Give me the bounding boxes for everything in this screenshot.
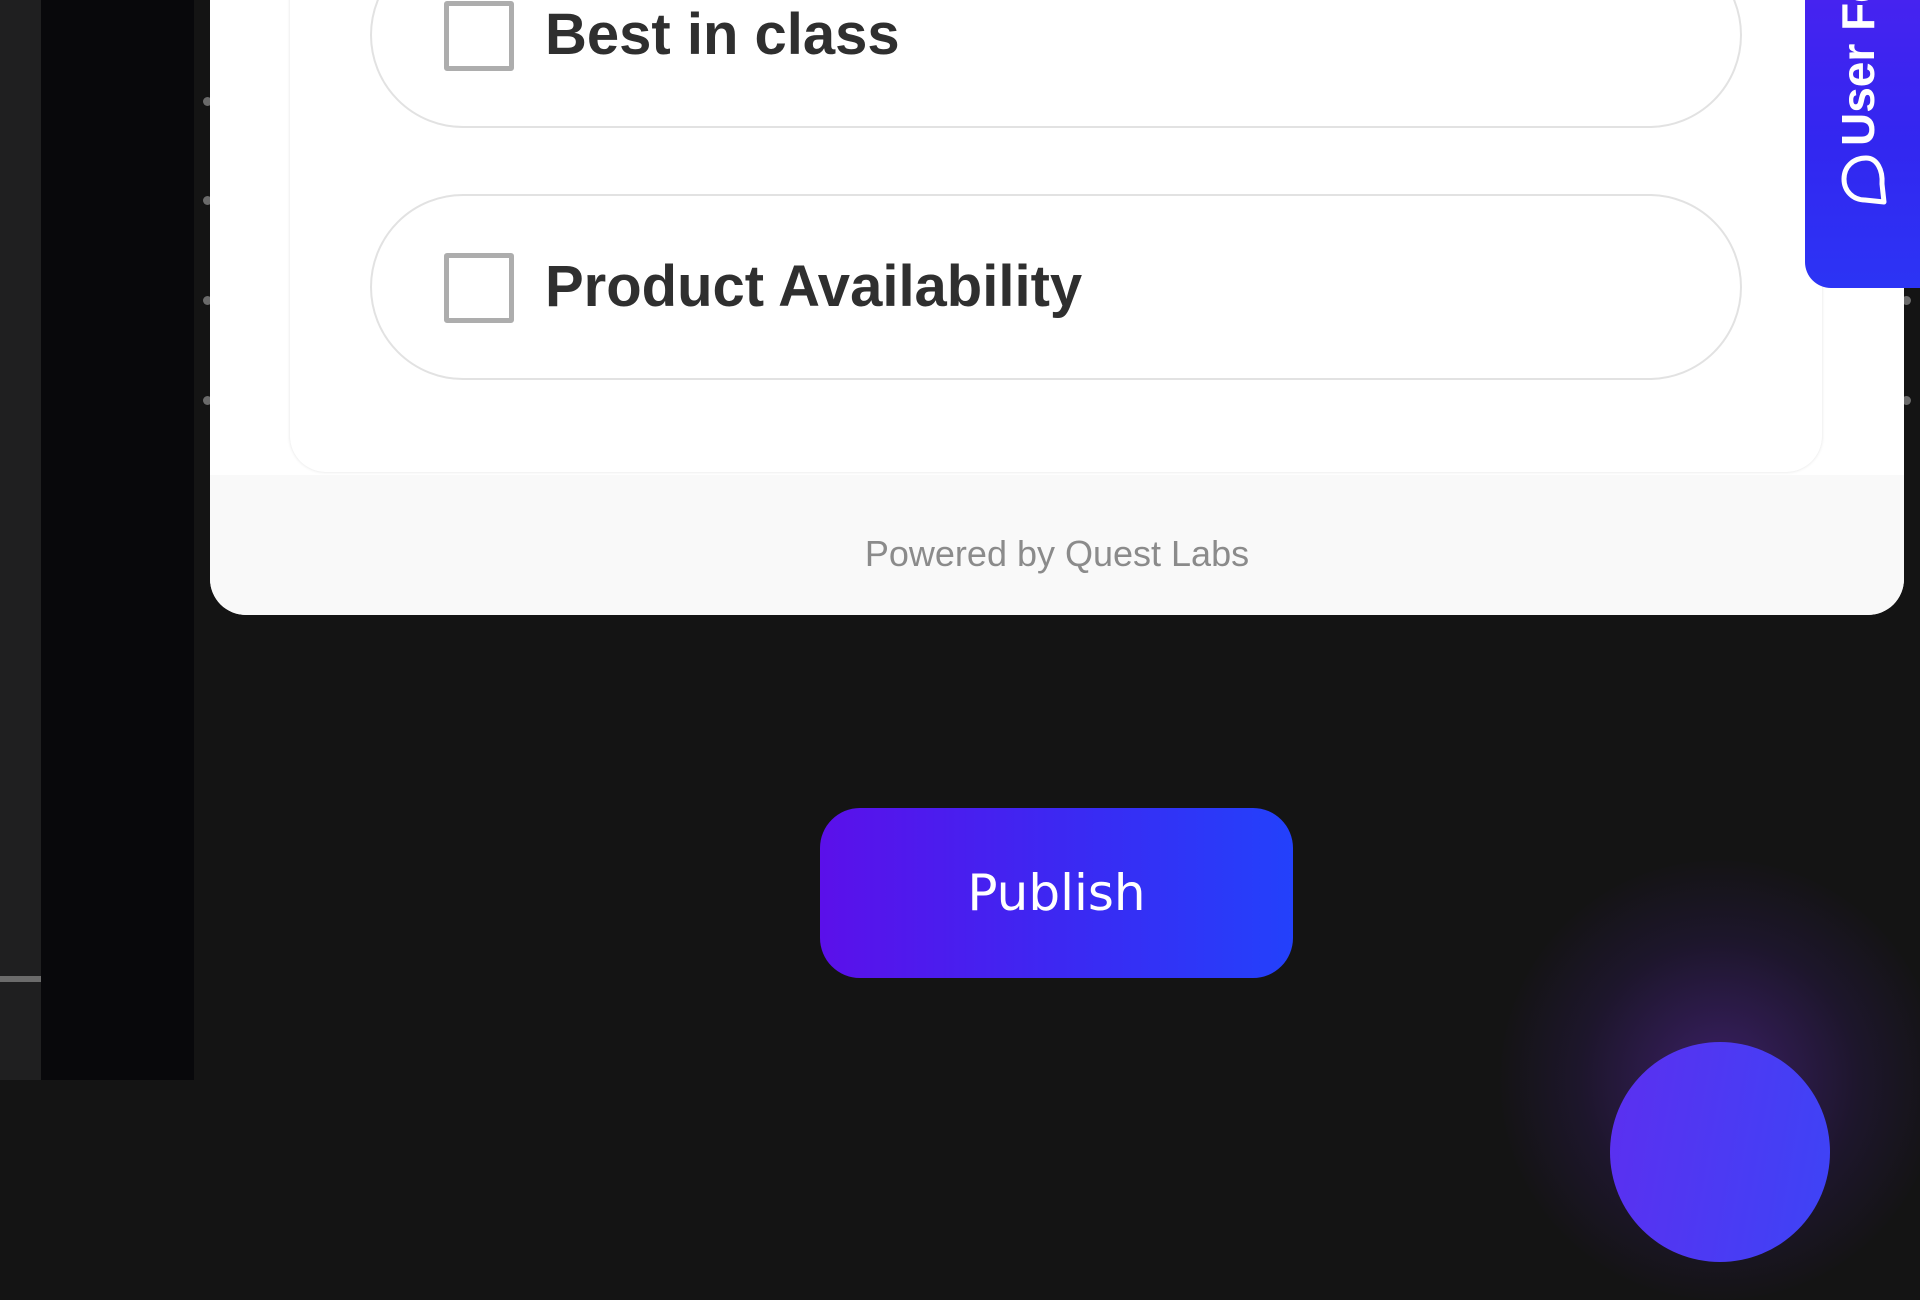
checkbox-best-in-class[interactable]: [444, 1, 514, 71]
checkbox-product-availability[interactable]: [444, 253, 514, 323]
left-rail: [0, 0, 41, 1080]
option-product-availability[interactable]: Product Availability: [370, 194, 1742, 380]
option-label: Best in class: [545, 2, 900, 67]
chat-bubble-icon: [1841, 155, 1887, 205]
floating-orb-button[interactable]: [1610, 1042, 1830, 1262]
rail-indicator: [0, 976, 41, 982]
publish-button[interactable]: Publish: [820, 808, 1293, 978]
option-label: Product Availability: [545, 254, 1083, 319]
feedback-widget-card: Best in class Product Availability Power…: [210, 0, 1904, 615]
user-feedback-tab[interactable]: User Fe: [1805, 0, 1920, 288]
feedback-tab-label: User Fe: [1832, 0, 1884, 146]
dark-side-column: [41, 0, 194, 1080]
widget-footer: Powered by Quest Labs: [210, 475, 1904, 615]
powered-by-text[interactable]: Powered by Quest Labs: [210, 533, 1904, 575]
option-best-in-class[interactable]: Best in class: [370, 0, 1742, 128]
options-panel: Best in class Product Availability: [290, 0, 1822, 472]
